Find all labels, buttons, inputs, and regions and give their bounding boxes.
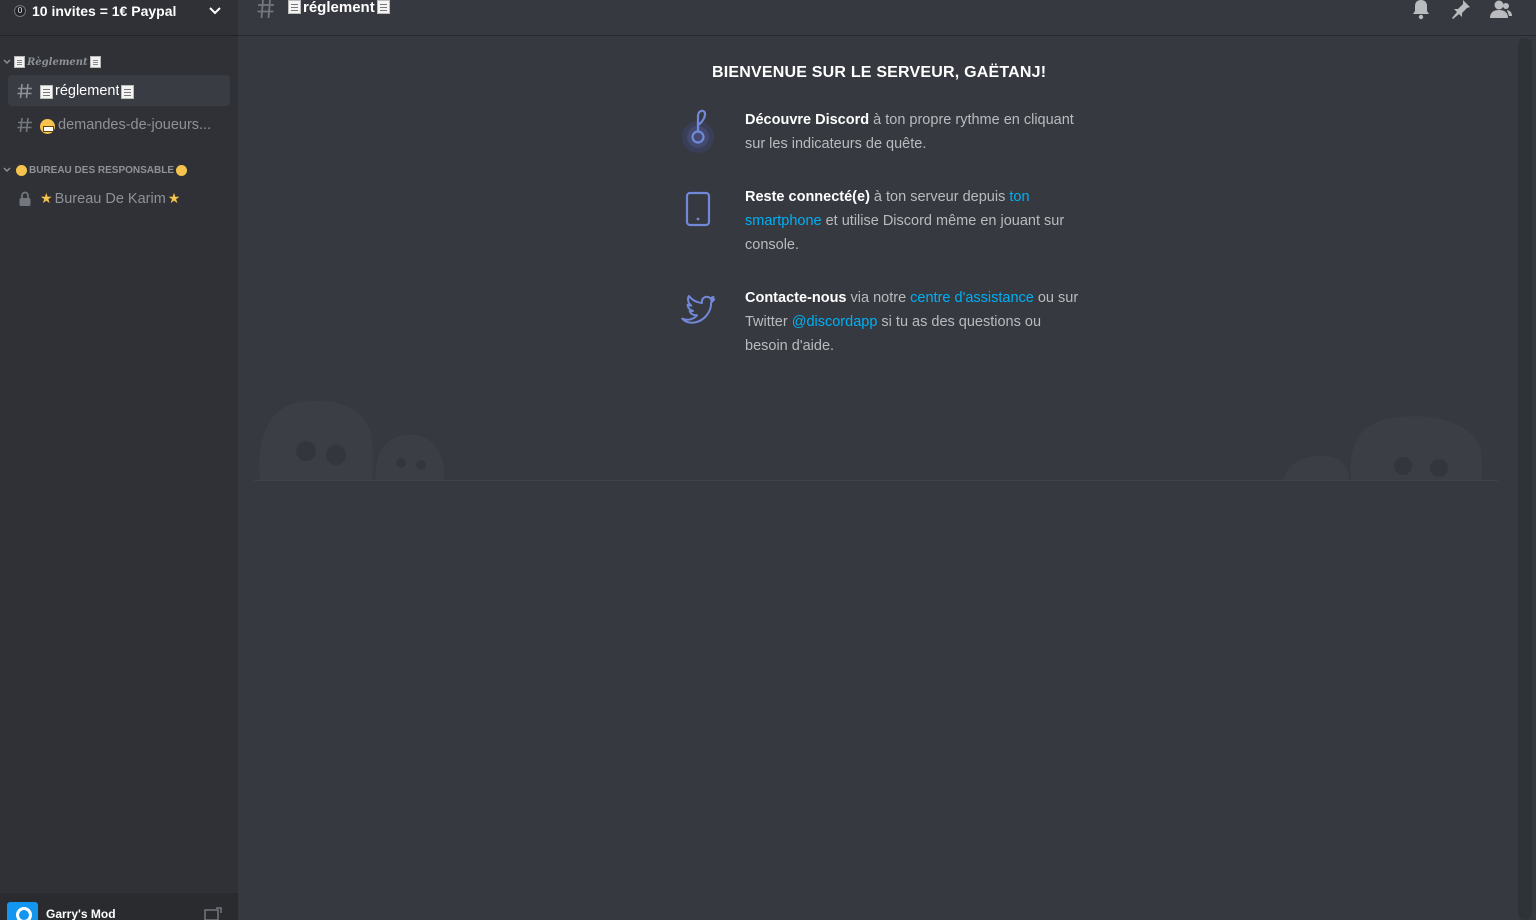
hashtag-icon — [17, 83, 32, 98]
channel-sidebar: 0 10 invites = 1€ Paypal Règlement régle… — [0, 0, 238, 920]
channel-reglement[interactable]: réglement — [8, 75, 230, 106]
lock-icon — [19, 191, 31, 206]
memo-emoji-icon — [89, 56, 101, 68]
game-icon — [7, 902, 38, 920]
category-label: Règlement — [27, 56, 88, 68]
tip-body: via notre — [846, 290, 911, 306]
activity-name: Garry's Mod — [46, 907, 116, 920]
channel-label: demandes-de-joueurs... — [58, 116, 212, 133]
server-badge: 0 — [14, 4, 26, 17]
server-name: 10 invites = 1€ Paypal — [32, 2, 177, 19]
yellow-circle-emoji-icon — [16, 164, 27, 176]
server-header[interactable]: 0 10 invites = 1€ Paypal — [0, 0, 238, 35]
help-center-link[interactable]: centre d'assistance — [910, 290, 1034, 306]
channel-label: réglement — [55, 82, 120, 99]
grimace-emoji-icon — [40, 118, 55, 134]
members-icon[interactable] — [1490, 0, 1512, 20]
tip-bold: Reste connecté(e) — [745, 189, 870, 205]
category-label: BUREAU DES RESPONSABLE — [29, 164, 175, 176]
divider — [254, 480, 1498, 481]
channel-header: réglement — [238, 0, 1536, 35]
chevron-down-icon[interactable] — [208, 4, 222, 18]
memo-emoji-icon — [40, 84, 53, 99]
memo-emoji-icon — [121, 84, 135, 99]
category-bureau-des-responsable[interactable]: BUREAU DES RESPONSABLE — [2, 162, 189, 178]
twitter-link[interactable]: @discordapp — [792, 314, 878, 330]
twitter-icon — [681, 295, 716, 324]
memo-emoji-icon — [288, 0, 301, 14]
user-panel: Garry's Mod — [0, 893, 238, 920]
chat-area: réglement BIENVENUE SUR LE SERVEUR, GAËT… — [238, 0, 1536, 920]
memo-emoji-icon — [14, 56, 25, 68]
channel-bureau-de-karim[interactable]: ★ Bureau De Karim ★ — [8, 183, 230, 214]
quest-indicator-icon — [682, 109, 714, 153]
channel-title: réglement — [288, 0, 392, 16]
scrollbar[interactable] — [1518, 38, 1532, 920]
yellow-circle-emoji-icon — [176, 164, 188, 176]
tip-bold: Découvre Discord — [745, 112, 870, 128]
tip-bold: Contacte-nous — [745, 290, 847, 306]
hashtag-icon — [257, 0, 274, 19]
screen-share-icon[interactable] — [204, 907, 222, 920]
memo-emoji-icon — [376, 0, 390, 14]
welcome-title: BIENVENUE SUR LE SERVEUR, GAËTANJ! — [712, 64, 1047, 81]
bell-icon[interactable] — [1410, 0, 1432, 20]
category-reglement[interactable]: Règlement — [2, 54, 103, 70]
smartphone-icon — [685, 191, 711, 227]
tip-text: Contacte-nous via notre centre d'assista… — [745, 286, 1085, 358]
wumpus-right-illustration — [1283, 416, 1483, 481]
chevron-down-icon — [3, 167, 11, 172]
channel-title-text: réglement — [303, 0, 375, 16]
channel-label: Bureau De Karim — [54, 190, 166, 207]
pin-icon[interactable] — [1450, 0, 1472, 20]
tip-text: Découvre Discord à ton propre rythme en … — [745, 108, 1085, 156]
wumpus-left-illustration — [259, 400, 445, 481]
star-emoji-icon: ★ — [167, 190, 181, 207]
channel-demandes-de-joueurs[interactable]: demandes-de-joueurs... — [8, 109, 230, 140]
chevron-down-icon — [3, 59, 11, 64]
hashtag-icon — [17, 117, 32, 132]
tip-body: à ton serveur depuis — [869, 189, 1010, 205]
tip-text: Reste connecté(e) à ton serveur depuis t… — [745, 185, 1085, 257]
star-emoji-icon: ★ — [40, 190, 53, 207]
